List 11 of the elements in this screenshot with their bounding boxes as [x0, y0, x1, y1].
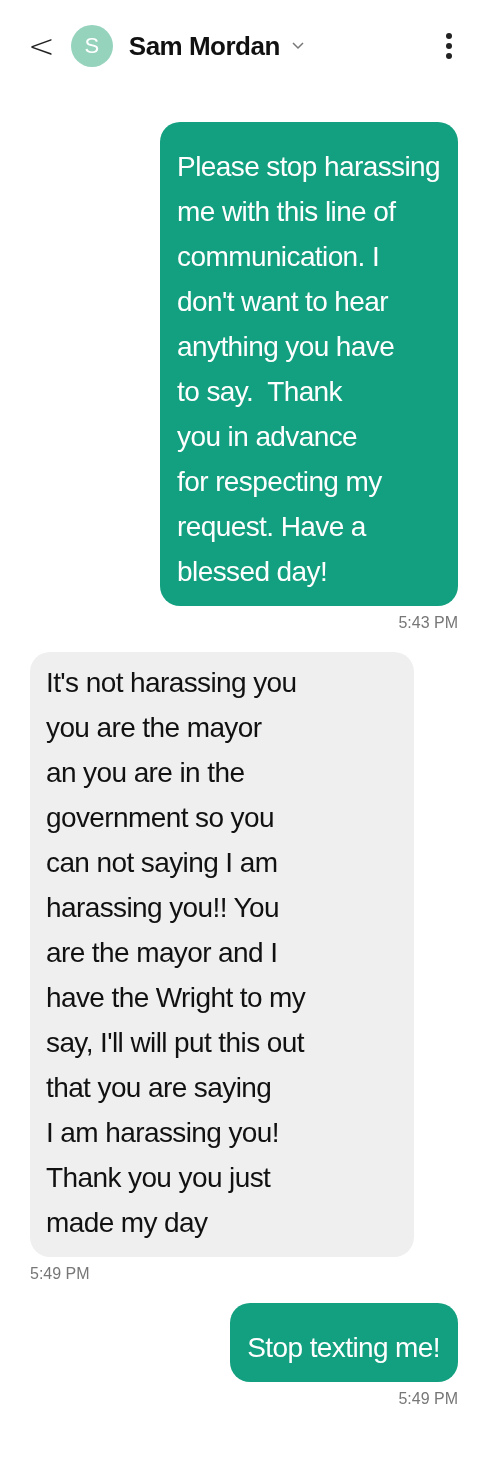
message-time: 5:49 PM [30, 1265, 90, 1283]
contact-name[interactable]: Sam Mordan [128, 30, 280, 62]
sent-message: Please stop harassing me with this line of communication. I don't want to hear anything you have to say. Thank you in advance for respecting my request. Have a blessed day! [160, 122, 458, 606]
contact-avatar: S [70, 25, 113, 67]
received-message: It's not harassing you you are the mayor an you are in the government so you can not saying I am harassing you!! You are the mayor and I have the Wright to my say, I'll will put this out that you are saying I am harassing you! Thank you you just made my day [30, 652, 414, 1257]
more-icon[interactable] [445, 32, 453, 60]
back-button[interactable]: < [28, 27, 55, 65]
message-time: 5:43 PM [398, 614, 458, 632]
sent-message: Stop texting me! [230, 1303, 458, 1382]
chevron-down-icon[interactable] [291, 42, 304, 50]
message-time: 5:49 PM [398, 1390, 458, 1408]
